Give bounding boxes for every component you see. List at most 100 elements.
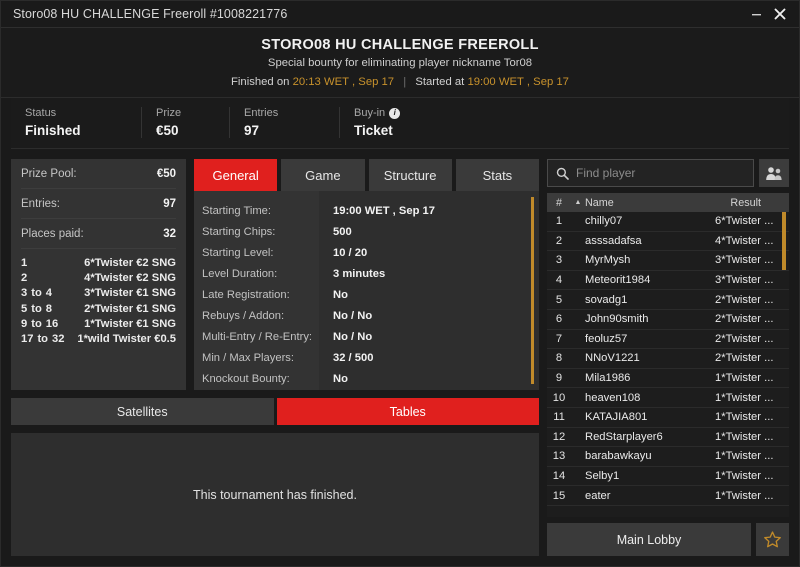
- general-detail-area: Starting Time: Starting Chips: Starting …: [194, 191, 539, 390]
- payout-rank: 9 to 16: [21, 317, 58, 332]
- row-rank: 14: [552, 470, 566, 483]
- entries-label: Entries:: [21, 197, 60, 210]
- table-row[interactable]: 11 KATAJIA801 1*Twister ...: [547, 408, 789, 428]
- player-results-table: # ▲ Name Result 1 chilly07 6*Twister ...…: [547, 193, 789, 517]
- payout-row: 17 to 32 1*wild Twister €0.5: [21, 332, 176, 347]
- table-row[interactable]: 1 chilly07 6*Twister ...: [547, 212, 789, 232]
- row-result: 1*Twister ...: [715, 489, 774, 502]
- info-icon[interactable]: i: [389, 107, 401, 119]
- row-result: 2*Twister ...: [715, 313, 774, 326]
- prize-pool-label: Prize Pool:: [21, 167, 77, 180]
- tournament-name: STORO08 HU CHALLENGE FREEROLL: [261, 37, 539, 53]
- tournament-lobby-window: Storo08 HU CHALLENGE Freeroll #100822177…: [0, 0, 800, 567]
- stat-entries-label: Entries: [244, 107, 279, 119]
- places-paid-label: Places paid:: [21, 227, 84, 240]
- payout-to-word: to: [31, 317, 42, 330]
- payout-prize: 4*Twister €2 SNG: [84, 272, 176, 285]
- detail-label: Starting Time:: [202, 204, 272, 217]
- table-row[interactable]: 12 RedStarplayer6 1*Twister ...: [547, 428, 789, 448]
- players-column: Find player # ▲ Name Result 1 chilly07 6…: [547, 159, 789, 556]
- detail-value: 19:00 WET , Sep 17: [333, 204, 435, 217]
- row-rank: 4: [555, 274, 563, 287]
- tournament-header: STORO08 HU CHALLENGE FREEROLL Special bo…: [1, 28, 799, 98]
- row-player-name: Selby1: [585, 470, 620, 483]
- column-header-name[interactable]: Name: [585, 197, 709, 209]
- tab-stats[interactable]: Stats: [455, 159, 539, 191]
- row-player-name: RedStarplayer6: [585, 430, 663, 443]
- finished-label: Finished on: [231, 76, 290, 88]
- main-lobby-button[interactable]: Main Lobby: [547, 523, 751, 556]
- table-row[interactable]: 6 John90smith 2*Twister ...: [547, 310, 789, 330]
- row-player-name: sovadg1: [585, 293, 628, 306]
- player-list-scrollbar[interactable]: [782, 212, 786, 517]
- payout-row: 3 to 4 3*Twister €1 SNG: [21, 286, 176, 301]
- status-strip: Status Finished Prize €50 Entries 97 Buy…: [11, 98, 789, 149]
- top-row: Prize Pool: €50 Entries: 97 Places paid:…: [11, 159, 539, 390]
- detail-tabs: General Game Structure Stats: [194, 159, 539, 191]
- detail-value: 10 / 20: [333, 246, 368, 259]
- search-icon: [556, 167, 569, 180]
- row-rank: 2: [555, 234, 563, 247]
- column-header-rank[interactable]: #: [547, 197, 571, 209]
- entries-value: 97: [163, 197, 176, 210]
- row-result: 1*Twister ...: [715, 411, 774, 424]
- row-result: 2*Twister ...: [715, 293, 774, 306]
- table-row[interactable]: 15 eater 1*Twister ...: [547, 486, 789, 506]
- table-row[interactable]: 13 barabawkayu 1*Twister ...: [547, 447, 789, 467]
- table-row[interactable]: 5 sovadg1 2*Twister ...: [547, 290, 789, 310]
- row-player-name: MyrMysh: [585, 254, 631, 267]
- stat-status: Status Finished: [11, 107, 141, 138]
- tab-tables[interactable]: Tables: [276, 398, 539, 425]
- row-rank: 10: [552, 391, 566, 404]
- row-rank: 8: [555, 352, 563, 365]
- row-result: 2*Twister ...: [715, 352, 774, 365]
- search-input-wrapper[interactable]: Find player: [547, 159, 754, 187]
- detail-scrollbar-thumb[interactable]: [531, 197, 534, 384]
- payout-prize: 6*Twister €2 SNG: [84, 257, 176, 269]
- payout-to-word: to: [31, 302, 42, 315]
- detail-label: Multi-Entry / Re-Entry:: [202, 330, 313, 343]
- column-header-result[interactable]: Result: [709, 197, 783, 209]
- table-row[interactable]: 3 MyrMysh 3*Twister ...: [547, 251, 789, 271]
- detail-label: Level Duration:: [202, 267, 278, 280]
- detail-scrollbar[interactable]: [531, 197, 534, 384]
- finished-time: 20:13 WET , Sep 17: [292, 76, 395, 88]
- table-row[interactable]: 4 Meteorit1984 3*Twister ...: [547, 271, 789, 291]
- table-row[interactable]: 2 asssadafsa 4*Twister ...: [547, 232, 789, 252]
- payout-prize: 1*wild Twister €0.5: [77, 333, 176, 346]
- player-list-scrollbar-thumb[interactable]: [782, 212, 786, 270]
- detail-value: No / No: [333, 309, 373, 322]
- table-row[interactable]: 9 Mila1986 1*Twister ...: [547, 369, 789, 389]
- payout-to: 8: [45, 302, 53, 315]
- row-rank: 11: [553, 411, 565, 424]
- row-rank: 9: [555, 372, 563, 385]
- table-row[interactable]: 10 heaven108 1*Twister ...: [547, 388, 789, 408]
- stat-buyin-value: Ticket: [354, 123, 393, 138]
- payout-prize: 2*Twister €1 SNG: [84, 302, 176, 315]
- detail-label: Late Registration:: [202, 288, 290, 301]
- prize-pool-panel: Prize Pool: €50 Entries: 97 Places paid:…: [11, 159, 186, 390]
- table-row[interactable]: 7 feoluz57 2*Twister ...: [547, 330, 789, 350]
- row-player-name: NNoV1221: [585, 352, 640, 365]
- star-icon[interactable]: [756, 523, 789, 556]
- sort-ascending-icon[interactable]: ▲: [571, 199, 585, 206]
- stat-prize-label: Prize: [156, 107, 182, 119]
- tab-general[interactable]: General: [194, 159, 278, 191]
- minimize-icon[interactable]: [745, 3, 767, 25]
- table-body: 1 chilly07 6*Twister ... 2 asssadafsa 4*…: [547, 212, 789, 517]
- tournament-times: Finished on 20:13 WET , Sep 17 | Started…: [1, 76, 799, 88]
- payout-row: 2 4*Twister €2 SNG: [21, 271, 176, 286]
- table-row[interactable]: 8 NNoV1221 2*Twister ...: [547, 349, 789, 369]
- tab-game[interactable]: Game: [281, 159, 365, 191]
- table-row[interactable]: 14 Selby1 1*Twister ...: [547, 467, 789, 487]
- payout-rank: 5 to 8: [21, 302, 52, 317]
- tab-structure[interactable]: Structure: [368, 159, 452, 191]
- tab-satellites[interactable]: Satellites: [11, 398, 274, 425]
- close-icon[interactable]: [769, 3, 791, 25]
- search-input[interactable]: Find player: [576, 166, 635, 180]
- row-player-name: Mila1986: [585, 372, 631, 385]
- row-rank: 3: [555, 254, 563, 267]
- friends-icon[interactable]: [759, 159, 789, 187]
- row-result: 1*Twister ...: [715, 372, 774, 385]
- detail-label: Starting Chips:: [202, 225, 276, 238]
